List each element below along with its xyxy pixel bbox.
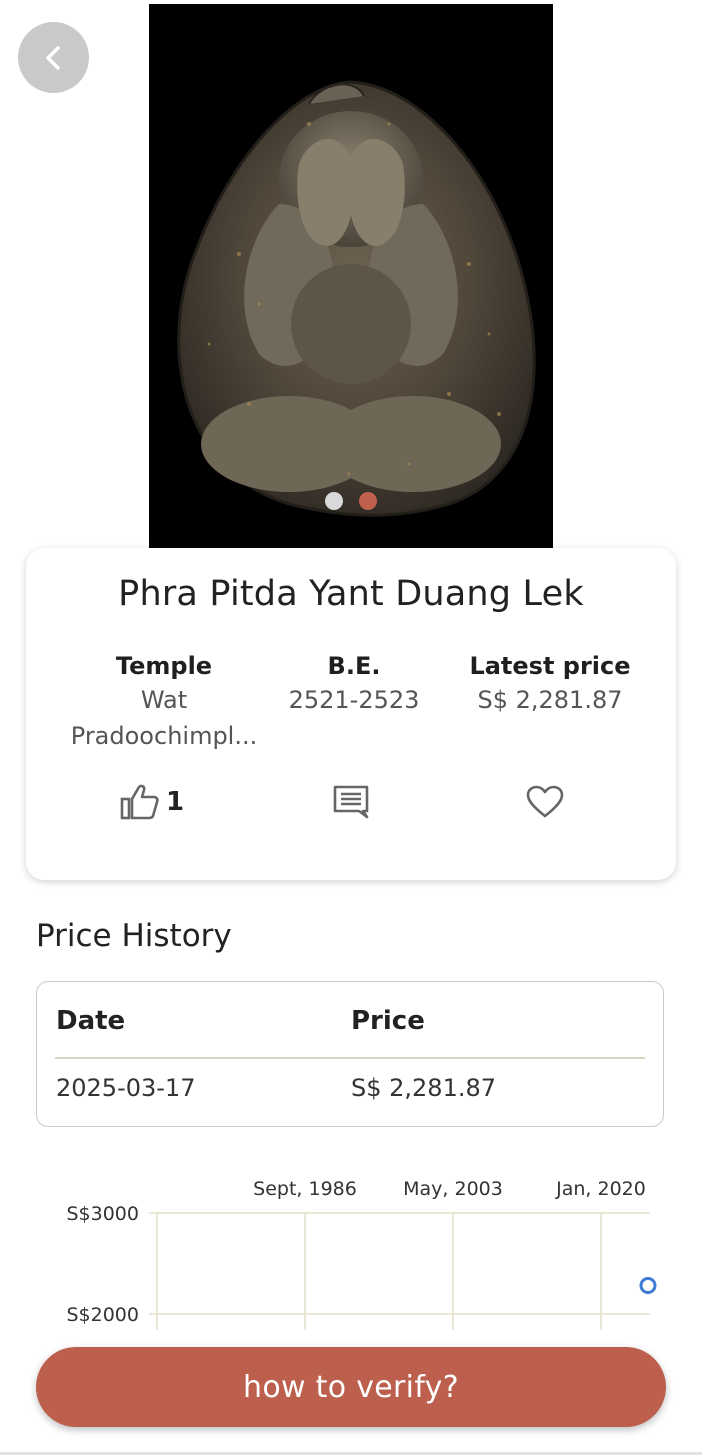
amulet-info-card: Phra Pitda Yant Duang Lek Temple Wat Pra… [26,548,676,880]
price-chart: S$3000 S$2000 Sept, 1986 May, 2003 Jan, 2020 [0,1160,702,1340]
be-value: 2521-2523 [288,686,420,714]
carousel-dot[interactable] [325,492,343,510]
amulet-detail-screen: Phra Pitda Yant Duang Lek Temple Wat Pra… [0,0,702,1455]
how-to-verify-button[interactable]: how to verify? [36,1347,666,1427]
y-tick-label: S$3000 [66,1203,139,1225]
y-tick-label: S$2000 [66,1304,139,1326]
x-tick-label: Jan, 2020 [555,1178,646,1200]
temple-label: Temple [115,652,213,680]
x-tick-label: May, 2003 [403,1178,503,1200]
latest-price-label: Latest price [469,652,631,680]
be-label: B.E. [327,652,381,680]
be-info: B.E. 2521-2523 [274,650,434,718]
like-count: 1 [166,787,185,817]
amulet-title: Phra Pitda Yant Duang Lek [118,574,584,614]
favorite-button[interactable] [526,780,564,824]
table-divider [55,1057,645,1059]
temple-info: Temple Wat Pradoochimpl... [58,650,270,754]
heart-icon [526,785,564,818]
carousel-indicator [149,492,553,510]
like-button[interactable]: 1 [120,780,184,824]
latest-price-value: S$ 2,281.87 [477,686,623,714]
price-history-table: Date Price 2025-03-17 S$ 2,281.87 [36,981,664,1127]
back-button[interactable] [18,22,89,93]
price-chart-svg: S$3000 S$2000 Sept, 1986 May, 2003 Jan, 2020 [66,1178,657,1330]
table-cell-price: S$ 2,281.87 [351,1074,497,1102]
comment-icon [333,785,369,819]
column-header-date: Date [56,1006,126,1036]
thumbs-up-icon [120,784,159,820]
temple-value: Wat Pradoochimpl... [70,686,258,750]
price-history-title: Price History [36,918,232,954]
table-cell-date: 2025-03-17 [56,1074,196,1102]
column-header-price: Price [351,1006,425,1036]
chevron-left-icon [45,45,60,70]
latest-price-info: Latest price S$ 2,281.87 [458,650,642,718]
x-tick-label: Sept, 1986 [253,1178,357,1200]
comment-button[interactable] [332,780,370,824]
amulet-photo [177,80,536,517]
amulet-image-carousel[interactable] [149,4,553,550]
data-point [639,1277,657,1295]
carousel-dot-active[interactable] [359,492,377,510]
